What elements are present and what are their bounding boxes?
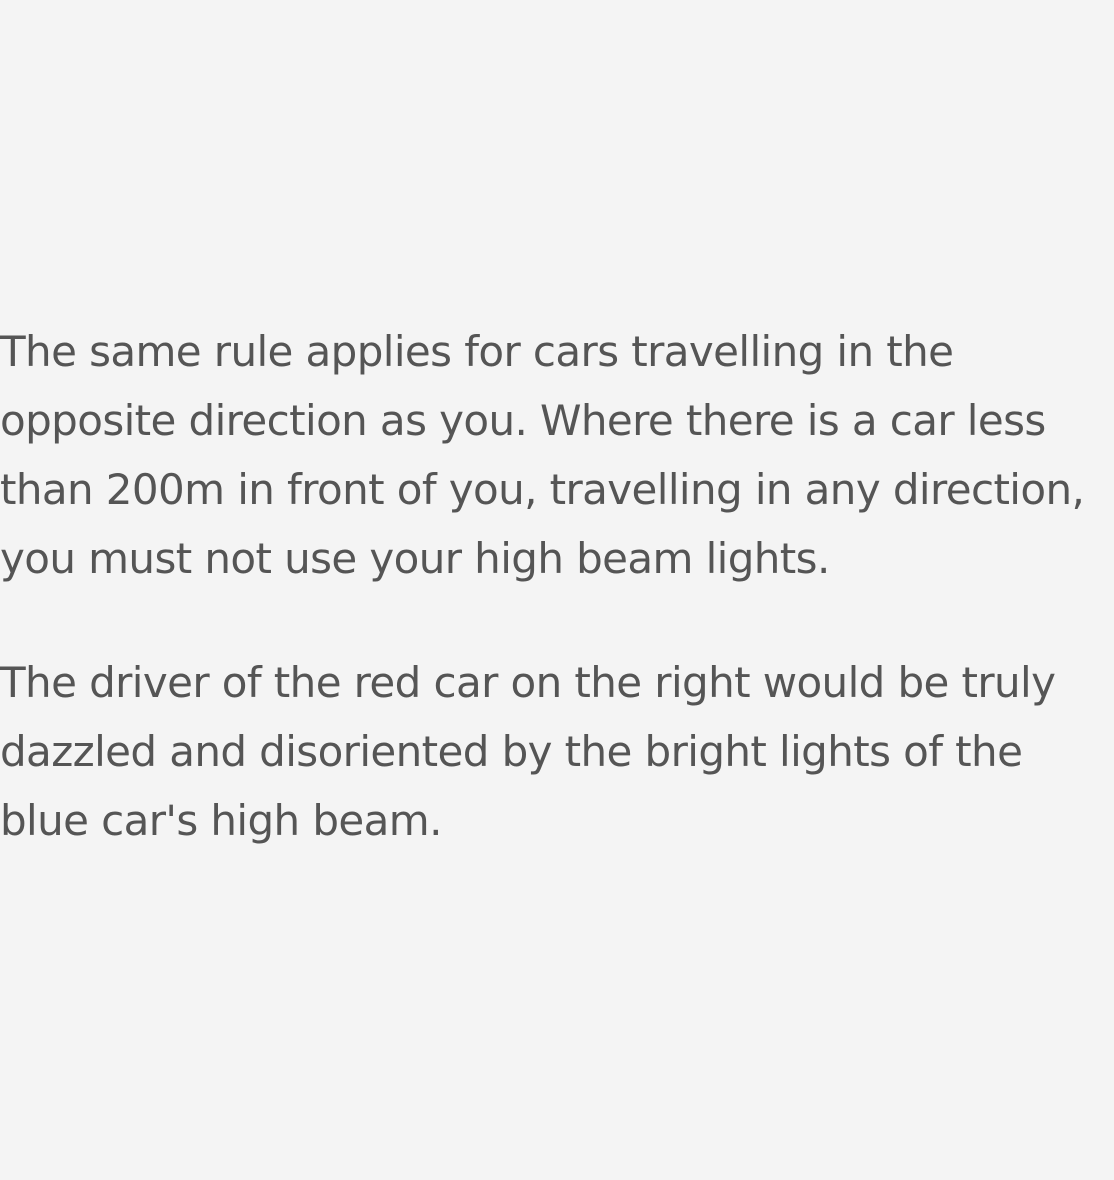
- example-paragraph: The driver of the red car on the right w…: [0, 658, 1056, 845]
- rule-paragraph: The same rule applies for cars travellin…: [0, 327, 1085, 583]
- explanation-text: The same rule applies for cars travellin…: [0, 317, 1108, 855]
